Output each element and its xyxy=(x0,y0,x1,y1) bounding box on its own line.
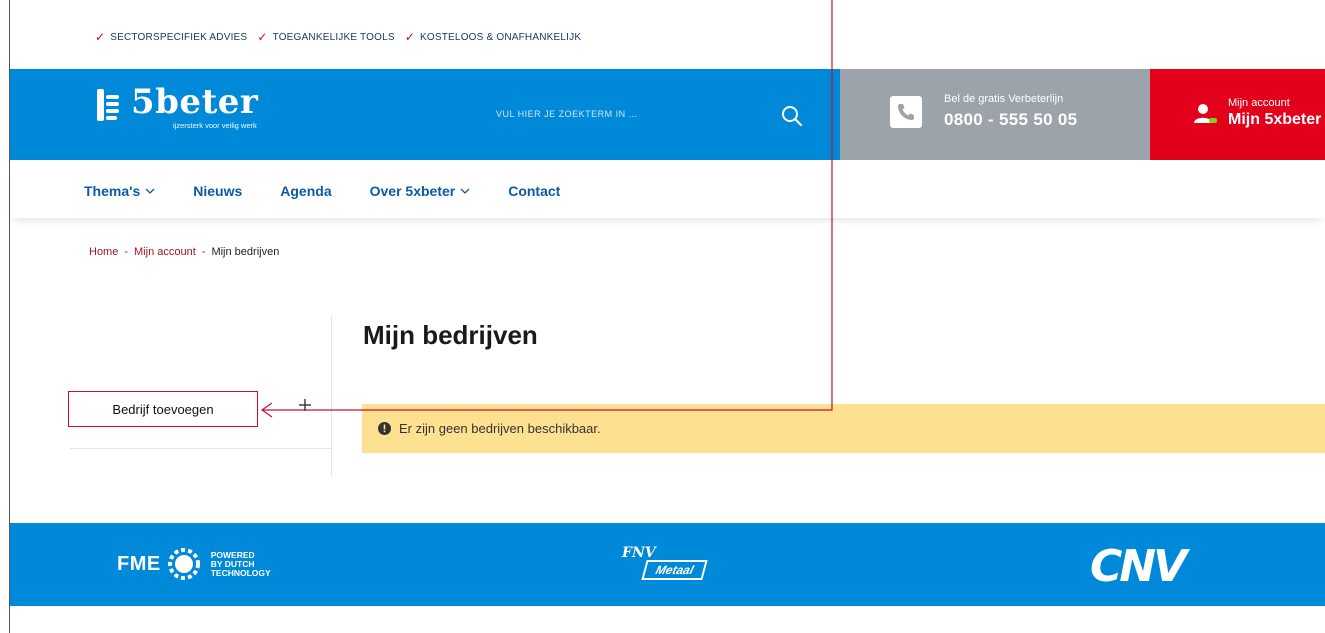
chevron-down-icon xyxy=(145,188,155,194)
fnv-wordmark: FNV xyxy=(622,545,656,561)
nav-item-nieuws[interactable]: Nieuws xyxy=(193,183,242,199)
nav-item-label: Over 5xbeter xyxy=(369,183,456,199)
usp-label: SECTORSPECIFIEK ADVIES xyxy=(110,31,248,43)
cnv-logo[interactable]: CNV xyxy=(1090,541,1187,592)
account-name: Mijn 5xbeter xyxy=(1228,111,1322,128)
nav-item-agenda[interactable]: Agenda xyxy=(280,183,331,199)
site-header: 5beter ijzersterk voor veilig werk VUL H… xyxy=(10,69,1325,160)
account-label: Mijn account xyxy=(1228,97,1290,109)
nav-item-contact[interactable]: Contact xyxy=(508,183,560,199)
fme-sub-line: TECHNOLOGY xyxy=(210,567,271,578)
empty-state-alert: Er zijn geen bedrijven beschikbaar. xyxy=(362,404,1325,453)
search-input[interactable]: VUL HIER JE ZOEKTERM IN ... xyxy=(496,109,638,119)
phone-label: Bel de gratis Verbeterlijn xyxy=(944,93,1064,105)
usp-bar: ✓ SECTORSPECIFIEK ADVIES ✓ TOEGANKELIJKE… xyxy=(95,30,581,44)
usp-label: TOEGANKELIJKE TOOLS xyxy=(272,31,395,43)
nav-item-label: Thema's xyxy=(84,183,141,199)
search-icon[interactable] xyxy=(781,105,803,127)
logo-tagline: ijzersterk voor veilig werk xyxy=(173,121,257,130)
metaal-wordmark: Metaal xyxy=(641,560,709,580)
check-icon: ✓ xyxy=(95,30,106,44)
sidebar-divider xyxy=(331,316,332,476)
fme-logo[interactable]: FME POWERED BY DUTCH TECHNOLOGY xyxy=(117,547,271,581)
phone-number[interactable]: 0800 - 555 50 05 xyxy=(944,110,1077,130)
breadcrumb-separator: - xyxy=(201,246,206,258)
nav-item-label: Contact xyxy=(508,183,561,199)
main-nav: Thema's Nieuws Agenda Over 5xbeter Conta… xyxy=(10,160,1325,218)
usp-item: ✓ TOEGANKELIJKE TOOLS xyxy=(257,30,394,44)
usp-item: ✓ SECTORSPECIFIEK ADVIES xyxy=(95,30,247,44)
breadcrumb-separator: - xyxy=(124,246,129,258)
account-block[interactable]: Mijn account Mijn 5xbeter xyxy=(1150,69,1325,160)
brand-bar: 5beter ijzersterk voor veilig werk VUL H… xyxy=(10,69,840,160)
breadcrumb-account[interactable]: Mijn account xyxy=(134,246,196,258)
nav-item-label: Agenda xyxy=(280,183,332,199)
alert-message: Er zijn geen bedrijven beschikbaar. xyxy=(399,421,601,436)
nav-item-themas[interactable]: Thema's xyxy=(84,183,155,199)
phone-icon xyxy=(890,96,922,128)
fme-gear-icon xyxy=(167,548,200,580)
breadcrumb: Home - Mijn account - Mijn bedrijven xyxy=(89,246,279,258)
add-company-button[interactable]: Bedrijf toevoegen xyxy=(68,391,258,427)
nav-item-label: Nieuws xyxy=(193,183,243,199)
exclamation-circle-icon xyxy=(378,422,391,435)
logo-wordmark: 5beter xyxy=(131,82,259,122)
sidebar-rule xyxy=(70,448,331,449)
plus-icon[interactable] xyxy=(298,398,312,412)
user-icon xyxy=(1194,104,1217,123)
breadcrumb-current: Mijn bedrijven xyxy=(211,246,280,258)
check-icon: ✓ xyxy=(404,30,416,44)
phone-block[interactable]: Bel de gratis Verbeterlijn 0800 - 555 50… xyxy=(840,69,1150,160)
breadcrumb-home[interactable]: Home xyxy=(89,246,118,258)
fnv-metaal-logo[interactable]: FNV Metaal xyxy=(622,545,709,580)
page-title: Mijn bedrijven xyxy=(363,320,538,350)
chevron-down-icon xyxy=(460,188,470,194)
thumbs-hand-icon xyxy=(97,89,119,121)
usp-label: KOSTELOOS & ONAFHANKELIJK xyxy=(420,31,582,43)
usp-item: ✓ KOSTELOOS & ONAFHANKELIJK xyxy=(405,30,581,44)
site-logo[interactable]: 5beter ijzersterk voor veilig werk xyxy=(95,85,258,130)
check-icon: ✓ xyxy=(257,30,268,44)
nav-item-over[interactable]: Over 5xbeter xyxy=(370,183,471,199)
partner-footer: FME POWERED BY DUTCH TECHNOLOGY FNV Meta… xyxy=(10,523,1325,606)
fme-wordmark: FME xyxy=(117,552,161,575)
